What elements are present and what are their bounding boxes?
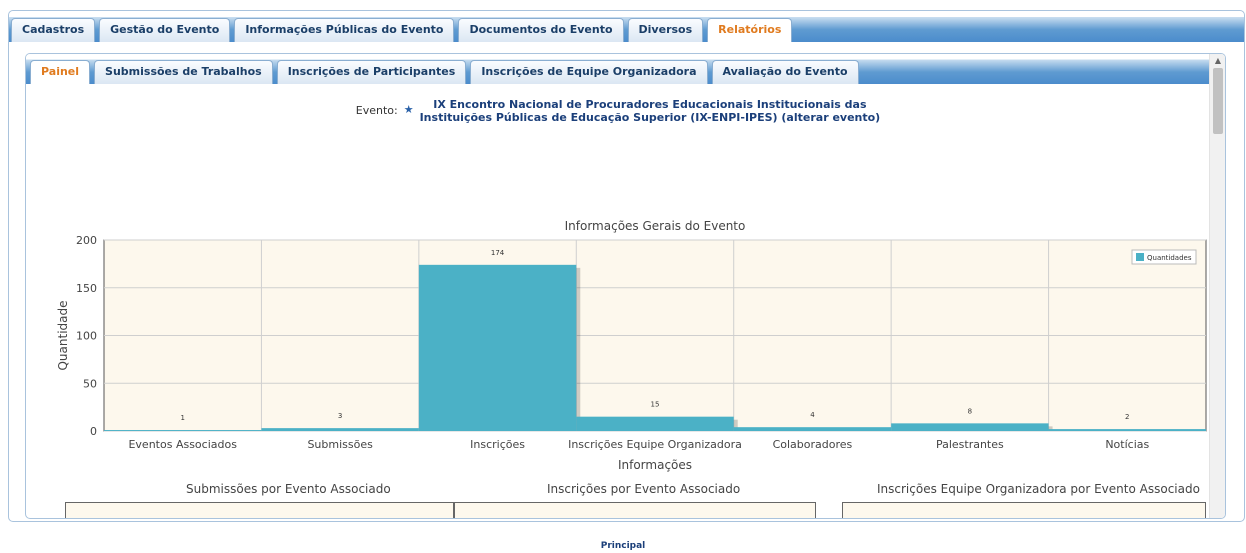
registrations-by-event-chart: [454, 502, 816, 518]
tab-cadastros[interactable]: Cadastros: [11, 18, 96, 42]
main-panel: Cadastros Gestão do Evento Informações Púb…: [8, 10, 1245, 522]
bar: [733, 427, 892, 431]
subtab-inscricoes-de-equipe-organizadora[interactable]: Inscrições de Equipe Organizadora: [470, 60, 708, 84]
top-tab-bar: Cadastros Gestão do Evento Informações Púb…: [9, 11, 1244, 42]
event-name-link[interactable]: IX Encontro Nacional de Procuradores Edu…: [420, 98, 881, 124]
x-tick-label: Inscrições Equipe Organizadora: [568, 438, 742, 451]
bar: [418, 264, 577, 431]
y-tick-label: 200: [76, 234, 97, 247]
tab-informacoes-publicas-do-evento[interactable]: Informações Públicas do Evento: [234, 18, 455, 42]
submissions-by-event-chart: [65, 502, 454, 518]
tab-documentos-do-evento[interactable]: Documentos do Evento: [458, 18, 624, 42]
chart-title: Informações Gerais do Evento: [565, 219, 746, 233]
legend-label: Quantidades: [1147, 254, 1192, 262]
organizing-team-by-event-chart: [842, 502, 1206, 518]
report-panel: Painel Submissões de Trabalhos Inscrições …: [25, 53, 1226, 519]
y-tick-label: 150: [76, 282, 97, 295]
scroll-up-arrow-icon[interactable]: ▲: [1210, 54, 1225, 68]
scroll-thumb[interactable]: [1213, 68, 1223, 134]
data-label: 2: [1125, 413, 1129, 421]
y-tick-label: 100: [76, 330, 97, 343]
x-tick-label: Palestrantes: [936, 438, 1004, 451]
vertical-scrollbar[interactable]: ▲: [1209, 54, 1225, 518]
x-tick-label: Notícias: [1105, 438, 1149, 451]
bar: [104, 430, 262, 431]
subtab-inscricoes-de-participantes[interactable]: Inscrições de Participantes: [276, 60, 467, 84]
bar: [576, 416, 734, 431]
data-label: 174: [491, 249, 505, 257]
data-label: 4: [810, 411, 815, 419]
event-info: Evento: ★ IX Encontro Nacional de Procur…: [26, 98, 1210, 124]
y-tick-label: 50: [83, 377, 97, 390]
subtab-submissoes-de-trabalhos[interactable]: Submissões de Trabalhos: [94, 60, 273, 84]
registrations-by-event-title: Inscrições por Evento Associado: [547, 482, 741, 496]
x-tick-label: Colaboradores: [773, 438, 853, 451]
event-name-line1: IX Encontro Nacional de Procuradores Edu…: [433, 98, 867, 111]
y-axis-label: Quantidade: [56, 300, 70, 370]
data-label: 1: [180, 414, 184, 422]
principal-link[interactable]: Principal: [0, 541, 1246, 551]
tab-relatorios[interactable]: Relatórios: [707, 18, 793, 42]
data-label: 8: [968, 407, 972, 415]
event-label: Evento:: [355, 104, 398, 117]
bar: [1048, 429, 1206, 431]
organizing-team-by-event-title: Inscrições Equipe Organizadora por Event…: [877, 482, 1200, 496]
sub-tab-bar: Painel Submissões de Trabalhos Inscrições …: [26, 54, 1225, 84]
y-tick-label: 0: [90, 425, 97, 438]
subtab-painel[interactable]: Painel: [30, 60, 91, 84]
tab-gestao-do-evento[interactable]: Gestão do Evento: [99, 18, 231, 42]
sub-tabs: Painel Submissões de Trabalhos Inscrições …: [30, 60, 859, 84]
top-tabs: Cadastros Gestão do Evento Informações Púb…: [11, 18, 793, 42]
general-info-chart: Informações Gerais do Evento 0 50 100 150 200…: [26, 209, 1210, 482]
event-name-line2: Instituições Públicas de Educação Superi…: [419, 111, 881, 124]
chart-svg: Informações Gerais do Evento 0 50 100 150 200…: [56, 219, 1207, 472]
bar: [891, 423, 1049, 431]
legend-swatch: [1136, 253, 1144, 261]
tab-diversos[interactable]: Diversos: [627, 18, 704, 42]
subtab-avaliacao-do-evento[interactable]: Avaliação do Evento: [711, 60, 859, 84]
data-label: 3: [338, 412, 342, 420]
data-label: 15: [651, 401, 660, 409]
star-icon: ★: [403, 103, 414, 116]
x-axis-label: Informações: [618, 458, 692, 472]
x-tick-label: Inscrições: [470, 438, 525, 451]
submissions-by-event-title: Submissões por Evento Associado: [186, 482, 391, 496]
x-tick-label: Submissões: [307, 438, 373, 451]
x-tick-label: Eventos Associados: [128, 438, 237, 451]
bar: [261, 428, 419, 431]
